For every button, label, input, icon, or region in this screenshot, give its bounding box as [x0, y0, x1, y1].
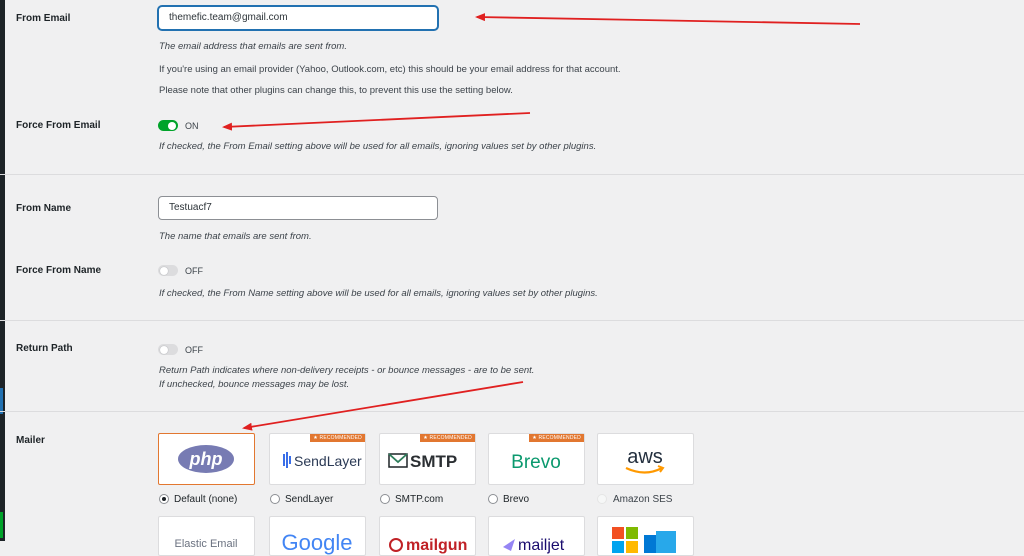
arrow-to-force-from-email — [222, 112, 531, 131]
annotation-arrows — [222, 13, 861, 431]
arrow-to-php-mailer — [242, 381, 524, 431]
arrow-to-from-email — [475, 13, 861, 25]
